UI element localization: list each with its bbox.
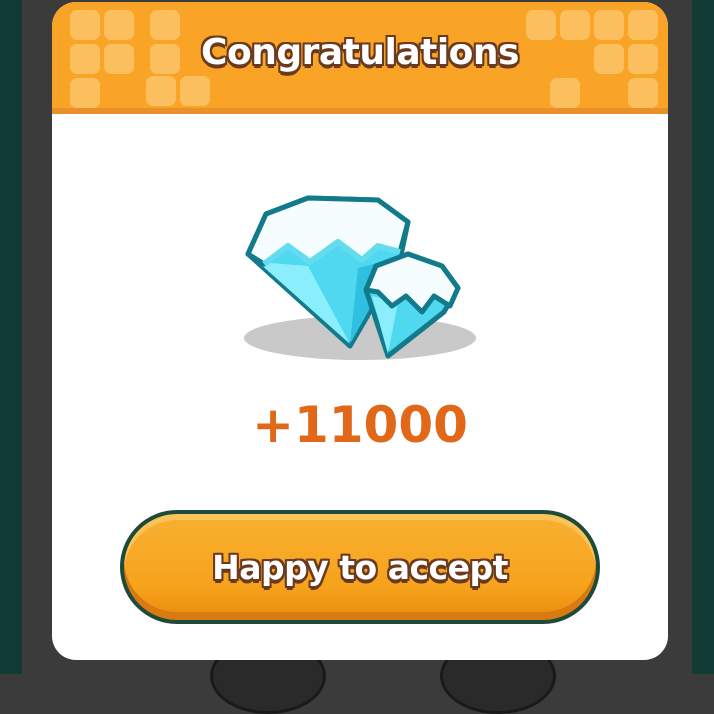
- reward-amount: +11000: [252, 396, 468, 454]
- ice-crystal-icon: [244, 195, 476, 360]
- header-tile: [180, 76, 210, 106]
- header-tile: [628, 78, 658, 108]
- accept-button-label: Happy to accept: [212, 548, 508, 587]
- header-tile: [70, 78, 100, 108]
- background-right-edge: [692, 0, 714, 674]
- dialog-title: Congratulations: [201, 32, 519, 73]
- reward-dialog: Congratulations +11000 Happy to accept: [52, 2, 668, 660]
- dialog-header: Congratulations: [52, 2, 668, 114]
- background-left-edge: [0, 0, 22, 674]
- accept-button[interactable]: Happy to accept: [120, 510, 600, 624]
- header-tile: [550, 78, 580, 108]
- header-tile: [146, 76, 176, 106]
